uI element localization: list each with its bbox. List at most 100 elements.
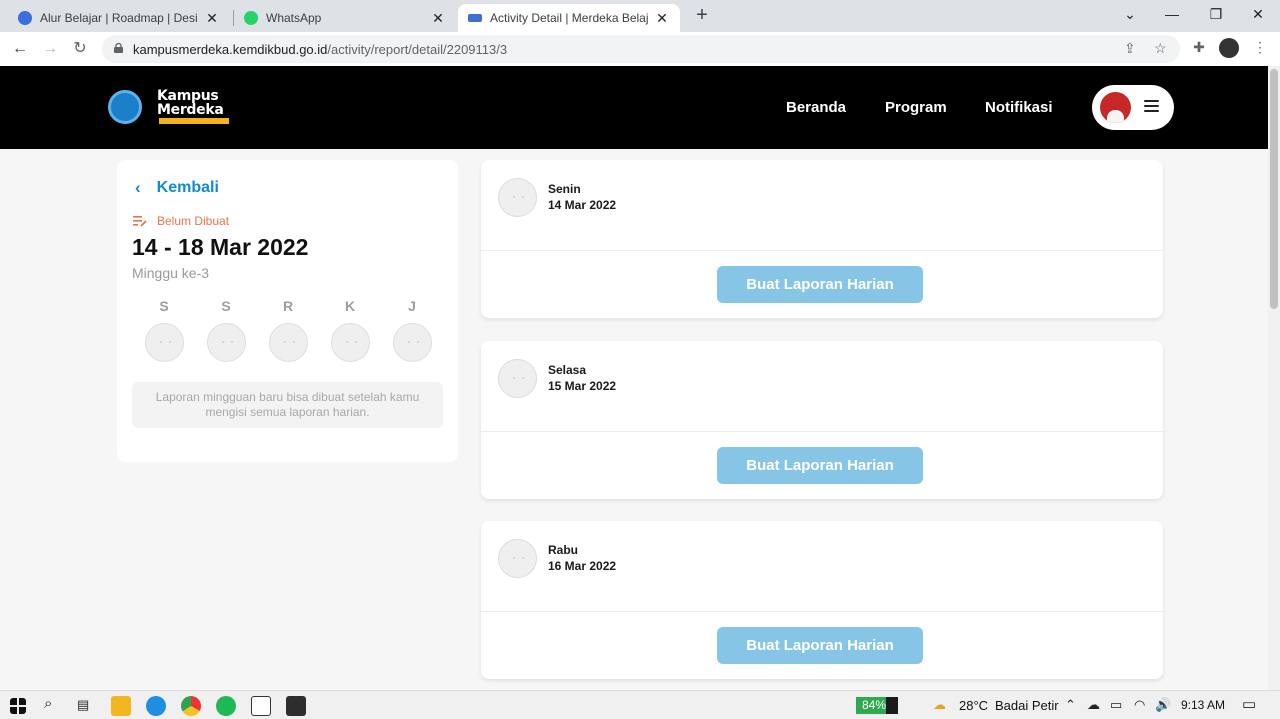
create-daily-report-button[interactable]: Buat Laporan Harian [717, 627, 923, 664]
status-text: Belum Dibuat [157, 214, 230, 228]
close-icon[interactable]: ✕ [204, 10, 220, 27]
volume-icon[interactable]: 🔊 [1155, 697, 1171, 713]
day-status-icon [498, 178, 537, 217]
create-daily-report-button[interactable]: Buat Laporan Harian [717, 447, 923, 484]
weekly-report-note: Laporan mingguan baru bisa dibuat setela… [132, 382, 443, 428]
notion-icon[interactable] [251, 696, 271, 716]
tab-title: Activity Detail | Merdeka Belajar - [490, 11, 648, 25]
logo-ribbon [159, 118, 229, 124]
nav-program[interactable]: Program [885, 99, 947, 116]
divider [481, 250, 1163, 251]
report-day: Senin [548, 182, 581, 196]
daily-report-card: Senin 14 Mar 2022 Buat Laporan Harian [481, 160, 1163, 318]
tab-title: WhatsApp [266, 11, 322, 25]
minimize-button[interactable]: — [1150, 0, 1194, 30]
chrome-icon[interactable] [181, 696, 201, 716]
scrollbar-thumb[interactable] [1270, 69, 1278, 309]
tut-wuri-handayani-logo[interactable] [108, 90, 142, 124]
notification-center-icon[interactable]: ▭ [1242, 695, 1256, 713]
site-header: Kampus Merdeka Beranda Program Notifikas… [0, 66, 1280, 149]
battery-percent: 84% [861, 698, 887, 712]
day-status-icon [498, 359, 537, 398]
day-status-icon [268, 323, 308, 362]
close-icon[interactable]: ✕ [654, 10, 670, 27]
report-day: Selasa [548, 363, 587, 377]
spotify-icon[interactable] [216, 696, 236, 716]
back-label: Kembali [156, 179, 219, 196]
report-date: 15 Mar 2022 [548, 379, 617, 393]
dicoding-icon [18, 11, 32, 25]
window-close-button[interactable]: ✕ [1236, 0, 1280, 30]
divider [481, 431, 1163, 432]
week-number: Minggu ke-3 [132, 265, 210, 281]
new-tab-button[interactable]: + [690, 4, 714, 28]
page-scrollbar[interactable] [1268, 66, 1280, 690]
wifi-icon[interactable]: ◠ [1134, 697, 1145, 713]
temperature[interactable]: 28°C [959, 698, 988, 713]
day-status-icon [330, 323, 370, 362]
weekday-indicator: S [144, 298, 184, 362]
report-day: Rabu [548, 543, 578, 557]
nav-beranda[interactable]: Beranda [786, 99, 846, 116]
windows-taskbar: ⌕ ▤ 84% ☁ 28°C Badai Petir ⌃ ☁ ▭ ◠ 🔊 9:1… [0, 690, 1280, 719]
lock-icon [114, 43, 123, 53]
tab-title: Alur Belajar | Roadmap | Design & [40, 11, 198, 25]
create-daily-report-button[interactable]: Buat Laporan Harian [717, 266, 923, 303]
tab-search-icon[interactable]: ⌄ [1108, 0, 1152, 30]
share-icon[interactable]: ⇪ [1124, 40, 1136, 57]
browser-tab[interactable]: WhatsApp ✕ [234, 4, 456, 32]
thunderstorm-weather-icon[interactable]: ☁ [933, 697, 946, 713]
battery-indicator[interactable]: 84% [856, 697, 898, 714]
daily-report-card: Rabu 16 Mar 2022 Buat Laporan Harian [481, 521, 1163, 679]
close-icon[interactable]: ✕ [430, 10, 446, 27]
day-status-icon [392, 323, 432, 362]
day-status-icon [498, 539, 537, 578]
weekly-report-card: ‹ Kembali Belum Dibuat 14 - 18 Mar 2022 … [117, 160, 458, 462]
windows-start-icon[interactable] [10, 698, 26, 714]
whatsapp-icon [244, 11, 258, 25]
more-menu-icon[interactable]: ⋮ [1250, 39, 1270, 59]
clock[interactable]: 9:13 AM [1181, 698, 1225, 712]
chevron-left-icon: ‹ [135, 178, 141, 197]
bookmark-star-icon[interactable]: ☆ [1154, 40, 1167, 57]
restore-button[interactable]: ❐ [1194, 0, 1238, 30]
chevron-up-icon[interactable]: ⌃ [1065, 697, 1076, 713]
weekday-indicator: S [206, 298, 246, 362]
report-date: 14 Mar 2022 [548, 198, 617, 212]
browser-tab-strip: Alur Belajar | Roadmap | Design & ✕ What… [0, 0, 1280, 32]
address-bar[interactable]: kampusmerdeka.kemdikbud.go.id/activity/r… [102, 35, 1180, 63]
report-date: 16 Mar 2022 [548, 559, 617, 573]
forward-arrow-icon[interactable]: → [39, 38, 61, 60]
back-link[interactable]: ‹ Kembali [135, 178, 219, 198]
reload-icon[interactable]: ↻ [69, 38, 91, 60]
weekday-indicator: R [268, 298, 308, 362]
onedrive-icon[interactable]: ☁ [1087, 697, 1100, 713]
kampus-merdeka-logo[interactable]: Kampus Merdeka [157, 89, 224, 117]
hamburger-menu-icon [1144, 100, 1159, 113]
browser-profile-avatar[interactable] [1219, 38, 1239, 58]
edge-icon[interactable] [146, 696, 166, 716]
figma-icon[interactable] [286, 696, 306, 716]
edit-list-icon [133, 216, 147, 227]
extensions-icon[interactable]: ✚ [1189, 39, 1209, 59]
back-arrow-icon[interactable]: ← [9, 38, 31, 60]
profile-menu-button[interactable] [1092, 85, 1174, 130]
weekday-indicator: J [392, 298, 432, 362]
divider [481, 611, 1163, 612]
url-text: kampusmerdeka.kemdikbud.go.id/activity/r… [133, 42, 508, 57]
avatar [1100, 92, 1131, 123]
weekday-indicator: K [330, 298, 370, 362]
kampus-merdeka-icon [468, 14, 482, 22]
file-explorer-icon[interactable] [111, 696, 131, 716]
browser-tab[interactable]: Alur Belajar | Roadmap | Design & ✕ [8, 4, 230, 32]
weather-condition[interactable]: Badai Petir [995, 698, 1059, 713]
search-icon[interactable]: ⌕ [44, 695, 52, 712]
browser-tab-active[interactable]: Activity Detail | Merdeka Belajar - ✕ [458, 4, 680, 32]
week-date-range: 14 - 18 Mar 2022 [132, 234, 309, 260]
task-view-icon[interactable]: ▤ [77, 697, 89, 713]
daily-report-card: Selasa 15 Mar 2022 Buat Laporan Harian [481, 341, 1163, 499]
browser-toolbar: ← → ↻ kampusmerdeka.kemdikbud.go.id/acti… [0, 32, 1280, 66]
battery-icon[interactable]: ▭ [1110, 697, 1122, 713]
day-status-icon [206, 323, 246, 362]
nav-notifikasi[interactable]: Notifikasi [985, 99, 1053, 116]
